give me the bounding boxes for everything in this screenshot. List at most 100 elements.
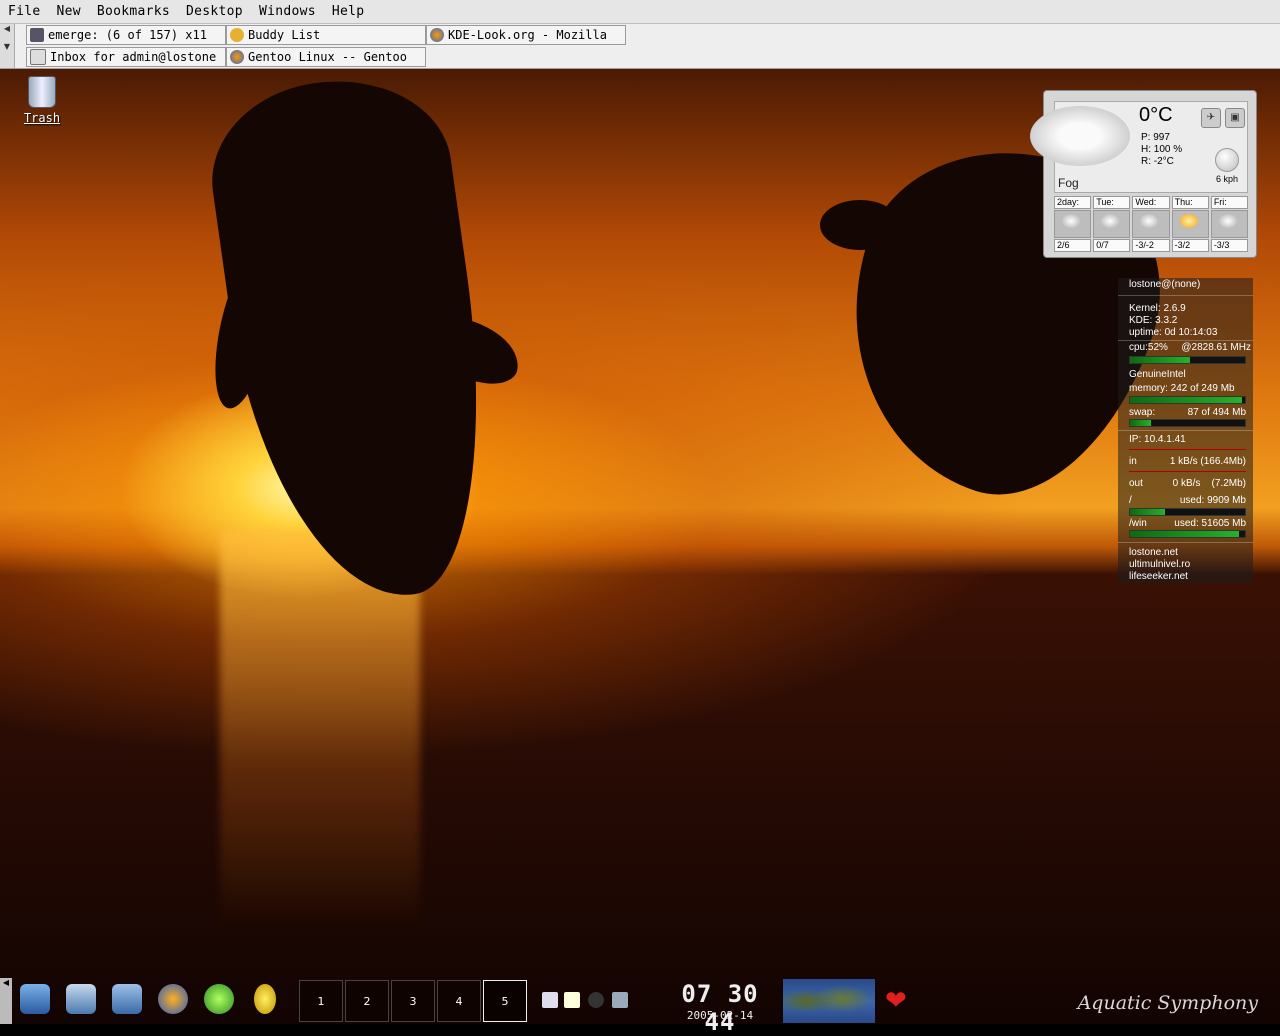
forecast-day: Wed: -3/-2 <box>1132 196 1170 252</box>
heart-icon[interactable]: ❤ <box>885 986 907 1016</box>
cpu-bar <box>1129 356 1246 364</box>
net-in-label: in <box>1129 456 1137 467</box>
menu-bar: File New Bookmarks Desktop Windows Help <box>0 0 1280 24</box>
task-label: Buddy List <box>248 28 321 42</box>
task-buddy-list[interactable]: Buddy List <box>226 25 426 45</box>
firefox-launcher-icon[interactable] <box>158 984 188 1014</box>
terminal-icon <box>30 28 44 42</box>
desktop-pager-5[interactable]: 5 <box>483 980 527 1022</box>
root-fs-bar <box>1129 508 1246 516</box>
forecast-temp: 2/6 <box>1054 239 1092 252</box>
memory-bar <box>1129 396 1246 404</box>
sysmon-uptime: uptime: 0d 10:14:03 <box>1129 327 1218 338</box>
wind-icon <box>1215 148 1239 172</box>
desktop-pager-4[interactable]: 4 <box>437 980 481 1022</box>
task-label: emerge: (6 of 157) x11 <box>48 28 207 42</box>
forecast-day-name: Thu: <box>1171 196 1209 209</box>
task-label: KDE-Look.org - Mozilla <box>448 28 607 42</box>
sysmon-root-fs: / used: 9909 Mb <box>1129 495 1246 506</box>
divider <box>1118 295 1253 296</box>
menu-file[interactable]: File <box>0 4 49 19</box>
menu-help[interactable]: Help <box>324 4 373 19</box>
trash-icon <box>28 76 56 108</box>
weather-settings-icon[interactable]: ✈ <box>1201 108 1221 128</box>
sysmon-swap: swap: 87 of 494 Mb <box>1129 407 1246 418</box>
menu-new[interactable]: New <box>49 4 89 19</box>
memory-bar-fill <box>1130 397 1242 403</box>
menu-desktop[interactable]: Desktop <box>178 4 251 19</box>
desktop-pager-1[interactable]: 1 <box>299 980 343 1022</box>
divider <box>1118 542 1253 543</box>
weather-widget: 0°C P: 997 H: 100 % R: -2°C ✈ ▣ Fog 6 kp… <box>1030 90 1257 258</box>
sysmon-kde: KDE: 3.3.2 <box>1129 315 1178 326</box>
root-fs-label: / <box>1129 495 1132 506</box>
trash-label: Trash <box>23 111 61 125</box>
menu-windows[interactable]: Windows <box>251 4 324 19</box>
forecast-day: 2day: 2/6 <box>1054 196 1092 252</box>
taskbar: ◀ ▼ emerge: (6 of 157) x11 Buddy List KDE… <box>0 24 1280 69</box>
bottom-panel: ◀ 1 2 3 4 5 07 30 44 2005-02-14 ❤ Aquati… <box>0 978 1280 1036</box>
win-fs-label: /win <box>1129 518 1147 529</box>
network-icon[interactable] <box>612 992 628 1008</box>
weather-wind: 6 kph <box>1215 148 1239 184</box>
firefox-icon <box>430 28 444 42</box>
weather-report-icon[interactable]: ▣ <box>1225 108 1245 128</box>
root-fs-value: used: 9909 Mb <box>1179 495 1246 506</box>
weather-pressure: P: 997 <box>1141 132 1170 143</box>
forecast-temp: 0/7 <box>1093 239 1131 252</box>
win-fs-bar-fill <box>1130 531 1240 537</box>
sysmon-cpu: cpu:52% @2828.61 MHz <box>1129 342 1251 353</box>
swap-value: 87 of 494 Mb <box>1187 407 1246 418</box>
menu-bookmarks[interactable]: Bookmarks <box>89 4 178 19</box>
desktop-pager-3[interactable]: 3 <box>391 980 435 1022</box>
divider <box>1118 430 1253 431</box>
forecast-day-name: 2day: <box>1054 196 1092 209</box>
win-fs-bar <box>1129 530 1246 538</box>
klipper-icon[interactable] <box>542 992 558 1008</box>
task-gentoo[interactable]: Gentoo Linux -- Gentoo <box>226 47 426 67</box>
sysmon-link[interactable]: ultimulnivel.ro <box>1129 559 1246 570</box>
clock-date: 2005-02-14 <box>686 1009 754 1022</box>
desktop-pager-2[interactable]: 2 <box>345 980 389 1022</box>
notes-icon[interactable] <box>564 992 580 1008</box>
weather-wind-speed: 6 kph <box>1215 174 1239 184</box>
divider <box>1118 340 1253 341</box>
system-monitor: lostone@(none) Kernel: 2.6.9 KDE: 3.3.2 … <box>1118 278 1253 583</box>
win-fs-value: used: 51605 Mb <box>1174 518 1246 529</box>
trash-desktop-icon[interactable]: Trash <box>18 76 66 125</box>
task-label: Gentoo Linux -- Gentoo <box>248 50 407 64</box>
sysmon-ip: IP: 10.4.1.41 <box>1129 434 1186 445</box>
task-emerge[interactable]: emerge: (6 of 157) x11 <box>26 25 226 45</box>
cloud-icon <box>1093 210 1131 238</box>
task-inbox[interactable]: Inbox for admin@lostone <box>26 47 226 67</box>
forecast-temp: -3/3 <box>1210 239 1249 252</box>
mail-launcher-icon[interactable] <box>204 984 234 1014</box>
task-label: Inbox for admin@lostone <box>50 50 217 64</box>
weather-realfeel: R: -2°C <box>1141 156 1174 167</box>
kde-menu-icon[interactable] <box>20 984 50 1014</box>
sysmon-cpu-vendor: GenuineIntel <box>1129 369 1186 380</box>
swap-bar <box>1129 419 1246 427</box>
world-clock-map[interactable] <box>783 979 875 1023</box>
net-out-value: 0 kB/s (7.2Mb) <box>1172 478 1246 489</box>
home-folder-icon[interactable] <box>112 984 142 1014</box>
forecast-temp: -3/-2 <box>1132 239 1170 252</box>
snow-icon <box>1210 210 1249 238</box>
theme-name: Aquatic Symphony <box>1077 992 1258 1014</box>
show-desktop-icon[interactable] <box>66 984 96 1014</box>
bomb-icon[interactable] <box>588 992 604 1008</box>
sysmon-net-in: in 1 kB/s (166.4Mb) <box>1129 456 1246 467</box>
mail-icon <box>30 49 46 65</box>
sysmon-link[interactable]: lifeseeker.net <box>1129 571 1246 582</box>
forecast-day: Tue: 0/7 <box>1093 196 1131 252</box>
panel-hide-button[interactable]: ◀ <box>0 978 12 1024</box>
task-kde-look[interactable]: KDE-Look.org - Mozilla <box>426 25 626 45</box>
weather-condition: Fog <box>1058 176 1079 190</box>
net-graph-line <box>1129 449 1246 450</box>
sysmon-link[interactable]: lostone.net <box>1129 547 1246 558</box>
gaim-launcher-icon[interactable] <box>254 984 276 1014</box>
snow-icon <box>1054 210 1092 238</box>
clock-time[interactable]: 07 30 44 <box>670 980 770 1036</box>
taskbar-scroll-handle[interactable]: ◀ ▼ <box>0 24 15 68</box>
weather-humidity: H: 100 % <box>1141 144 1183 155</box>
